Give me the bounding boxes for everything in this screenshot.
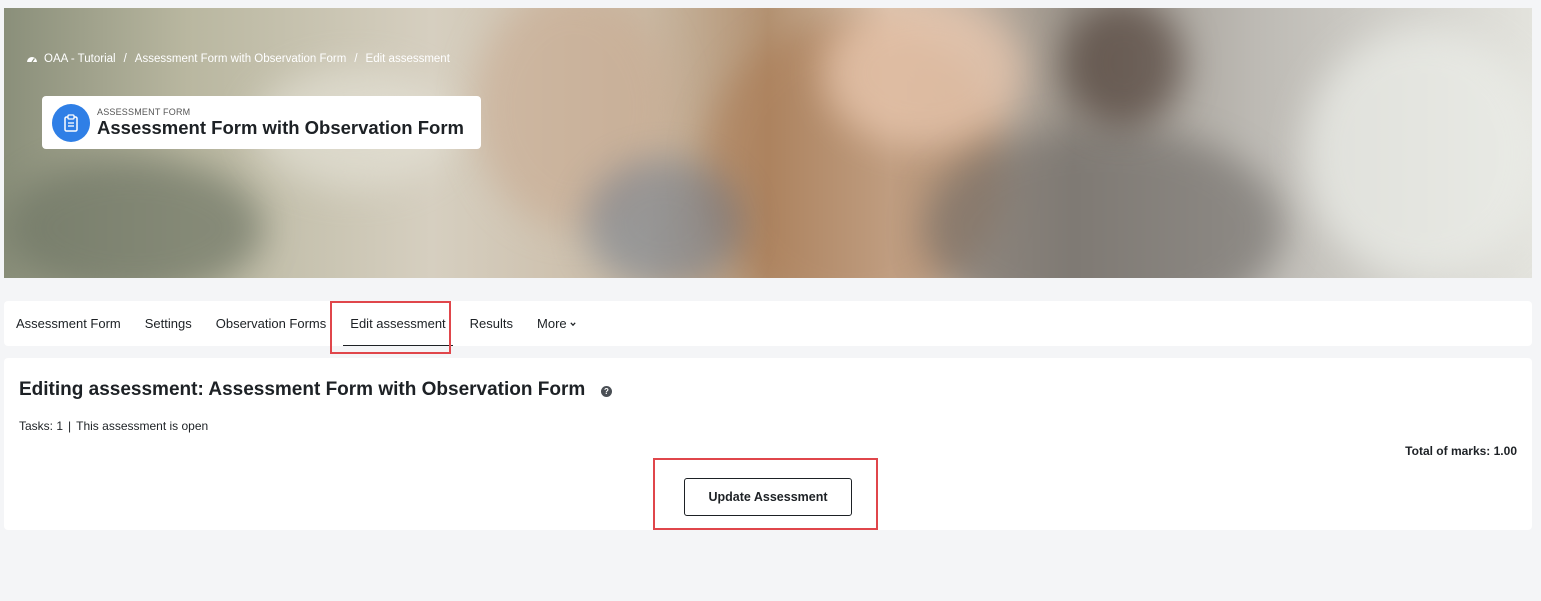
page-header-card: ASSESSMENT FORM Assessment Form with Obs… xyxy=(42,96,481,149)
tab-assessment-form[interactable]: Assessment Form xyxy=(4,301,133,346)
tasks-count: Tasks: 1 xyxy=(19,419,64,433)
breadcrumb-item-current[interactable]: Edit assessment xyxy=(366,53,450,65)
page-kicker: ASSESSMENT FORM xyxy=(97,107,191,117)
tab-observation-forms[interactable]: Observation Forms xyxy=(204,301,339,346)
breadcrumb-separator: / xyxy=(123,53,127,65)
breadcrumb: OAA - Tutorial / Assessment Form with Ob… xyxy=(26,53,450,65)
page-title: Assessment Form with Observation Form xyxy=(97,117,465,138)
tab-more-label: More xyxy=(537,316,567,331)
highlight-box-update-button xyxy=(653,458,878,530)
breadcrumb-item-course[interactable]: OAA - Tutorial xyxy=(44,53,116,65)
tab-settings[interactable]: Settings xyxy=(133,301,204,346)
hero-banner-image: OAA - Tutorial / Assessment Form with Ob… xyxy=(4,8,1532,278)
editing-heading: Editing assessment: Assessment Form with… xyxy=(19,379,586,400)
total-marks: Total of marks: 1.00 xyxy=(1405,444,1517,458)
tab-more[interactable]: More xyxy=(525,301,588,346)
breadcrumb-separator: / xyxy=(354,53,358,65)
tab-results[interactable]: Results xyxy=(458,301,525,346)
breadcrumb-item-activity[interactable]: Assessment Form with Observation Form xyxy=(135,53,347,65)
assessment-info: Tasks: 1 | This assessment is open xyxy=(19,419,208,433)
highlight-box-edit-assessment xyxy=(330,301,451,354)
help-icon[interactable]: ? xyxy=(601,386,612,397)
info-separator: | xyxy=(68,419,72,433)
secondary-navigation: Assessment Form Settings Observation For… xyxy=(4,301,1532,346)
assessment-form-icon xyxy=(52,103,90,142)
dashboard-icon xyxy=(27,57,37,63)
assessment-status: This assessment is open xyxy=(76,419,209,433)
chevron-down-icon xyxy=(569,321,576,326)
